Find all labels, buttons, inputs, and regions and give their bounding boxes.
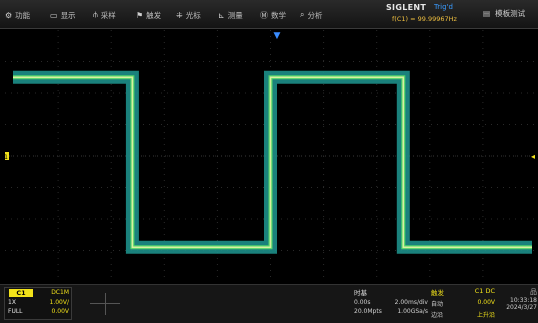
bottom-status-bar: C1 DC1M 1X 1.00V/ FULL 0.00V 时基 0.00s 2.… xyxy=(0,284,538,323)
network-icon: 品 xyxy=(530,288,537,296)
trigger-level: 0.00V xyxy=(477,299,495,306)
display-icon: ▭ xyxy=(50,10,58,20)
measure-icon: ⊾ xyxy=(218,10,225,20)
trigger-level-marker: ◂ xyxy=(531,152,535,161)
trigger-source: C1 DC xyxy=(474,287,495,295)
clock-panel: 品 10:33:18 2024/3/27 xyxy=(499,287,537,321)
timebase-row-1: 0.00s 2.00ms/div xyxy=(354,299,428,306)
function-icon: ⚙ xyxy=(5,10,13,20)
mask-test-button[interactable]: ▤ 模板测试 xyxy=(483,8,525,19)
mask-test-label: 模板测试 xyxy=(495,9,526,18)
trigger-header: 触发 C1 DC xyxy=(431,287,495,297)
channel-1-panel[interactable]: C1 DC1M 1X 1.00V/ FULL 0.00V xyxy=(4,287,72,320)
top-menu-bar: ⚙ 功能 ▭ 显示 ⫛ 采样 ⚑ 触发 ⁜ 光标 ⊾ 测量 Ⓜ 数学 ⌕ 分析 SIGLENT … xyxy=(0,0,538,29)
math-icon: Ⓜ xyxy=(260,10,268,20)
trigger-mode: 自动 xyxy=(431,301,444,308)
channel-1-row-scale: 1X 1.00V/ xyxy=(8,299,69,306)
channel-1-row-offset: FULL 0.00V xyxy=(8,308,69,315)
cursor-icon: ⁜ xyxy=(176,10,183,20)
brand-logo: SIGLENT xyxy=(386,3,427,12)
plus-icon-vertical xyxy=(105,293,106,315)
mask-test-icon: ▤ xyxy=(483,9,491,18)
menu-analysis[interactable]: ⌕ 分析 xyxy=(300,8,322,22)
acquire-icon: ⫛ xyxy=(93,10,98,19)
menu-acquire[interactable]: ⫛ 采样 xyxy=(93,8,116,22)
menu-cursor[interactable]: ⁜ 光标 xyxy=(176,8,201,22)
trigger-type: 边沿 xyxy=(431,312,444,319)
trigger-row-1: 自动 0.00V xyxy=(431,299,495,308)
memory-depth: 20.0Mpts xyxy=(354,308,382,315)
timebase-delay: 0.00s xyxy=(354,299,371,306)
sample-rate: 1.00GSa/s xyxy=(397,308,428,315)
timebase-scale: 2.00ms/div xyxy=(394,299,428,306)
analysis-icon: ⌕ xyxy=(300,10,305,19)
channel-1-bandwidth: FULL xyxy=(8,308,23,315)
menu-trigger[interactable]: ⚑ 触发 xyxy=(136,8,161,22)
trigger-panel[interactable]: 触发 C1 DC 自动 0.00V 边沿 上升沿 xyxy=(431,287,495,321)
channel-1-coupling: DC1M xyxy=(51,289,69,296)
add-channel-button[interactable] xyxy=(78,289,132,319)
trigger-icon: ⚑ xyxy=(136,10,144,20)
channel-1-probe: 1X xyxy=(8,299,16,306)
channel-1-offset: 0.00V xyxy=(51,308,69,315)
channel-1-header: C1 DC1M xyxy=(5,288,71,297)
trigger-title: 触发 xyxy=(431,289,444,297)
waveform-glow xyxy=(13,75,532,250)
channel-1-scale: 1.00V/ xyxy=(49,299,70,306)
clock-date: 2024/3/27 xyxy=(506,304,537,311)
channel-1-ground-label: 1 xyxy=(5,154,8,161)
channel-1-tag: C1 xyxy=(9,289,33,297)
trigger-slope: 上升沿 xyxy=(476,312,495,319)
waveform-display: ▼ 1 ◂ xyxy=(5,30,536,282)
frequency-readout: f(C1) = 99.99967Hz xyxy=(392,15,457,23)
menu-function[interactable]: ⚙ 功能 xyxy=(5,8,30,22)
timebase-row-2: 20.0Mpts 1.00GSa/s xyxy=(354,308,428,315)
waveform-area[interactable]: ▼ 1 ◂ xyxy=(5,30,536,282)
trigger-status: Trig'd xyxy=(434,3,453,11)
menu-math[interactable]: Ⓜ 数学 xyxy=(260,8,286,22)
menu-display[interactable]: ▭ 显示 xyxy=(50,8,76,22)
trigger-row-2: 边沿 上升沿 xyxy=(431,310,495,319)
brand-status: SIGLENT Trig'd f(C1) = 99.99967Hz xyxy=(386,3,476,27)
trigger-position-marker: ▼ xyxy=(274,31,281,41)
timebase-panel[interactable]: 时基 0.00s 2.00ms/div 20.0Mpts 1.00GSa/s xyxy=(354,287,428,321)
menu-measure[interactable]: ⊾ 测量 xyxy=(218,8,243,22)
clock-time: 10:33:18 xyxy=(510,297,537,304)
timebase-title: 时基 xyxy=(354,289,367,297)
